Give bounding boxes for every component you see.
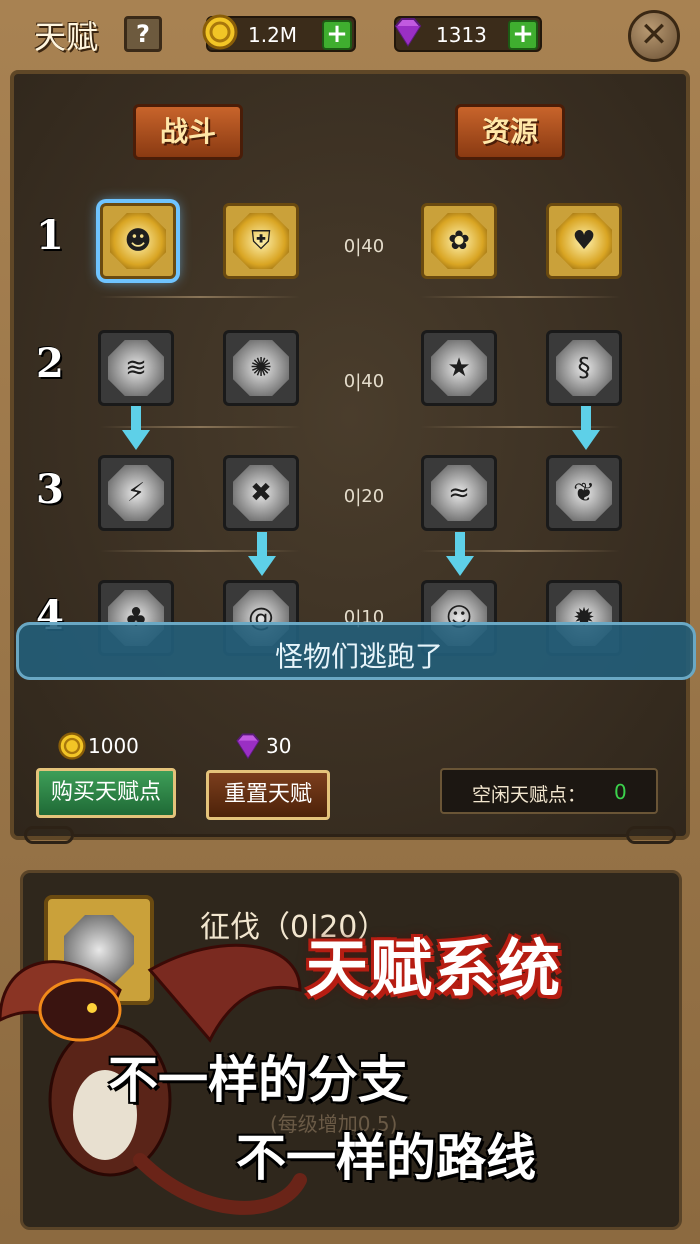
burst-icon: ✺ [250, 353, 272, 383]
talent-screen: 天赋 ? 1.2M + 1313 + ✕ 战斗 资源 1 2 3 4 0|40 … [0, 0, 700, 1244]
slash-icon: ⚡ [126, 478, 146, 508]
coin-icon [58, 732, 86, 760]
talent-3-2[interactable]: ✖ [223, 455, 299, 531]
free-points-display: 空闲天赋点： 0 [440, 768, 658, 814]
paw-icon: ✿ [448, 226, 470, 256]
row-counter-1: 0|40 [343, 236, 385, 257]
free-points-label: 空闲天赋点： [472, 784, 587, 806]
help-button[interactable]: ? [124, 16, 162, 52]
arrow-down-icon [572, 406, 600, 452]
reset-price: 30 [232, 730, 312, 764]
talent-3-1[interactable]: ⚡ [98, 455, 174, 531]
ornament-divider [24, 826, 676, 844]
gem-balance: 1313 + [394, 16, 542, 52]
serpent-icon: § [577, 353, 591, 383]
gem-price: 30 [266, 734, 292, 758]
talent-2-4[interactable]: § [546, 330, 622, 406]
talent-1-2[interactable]: ⛨ [223, 203, 299, 279]
talent-2-3[interactable]: ★ [421, 330, 497, 406]
talent-2-2[interactable]: ✺ [223, 330, 299, 406]
stars-icon: ★ [447, 353, 471, 383]
page-title: 天赋 [34, 18, 99, 56]
tab-resource-label: 资源 [481, 115, 538, 148]
gem-amount: 1313 [436, 23, 487, 47]
row-number-3: 3 [36, 466, 64, 513]
free-points-value: 0 [614, 780, 627, 804]
promo-line-1: 不一样的分支 [108, 1051, 408, 1109]
row-number-1: 1 [36, 212, 64, 259]
wind-icon: ≈ [448, 478, 470, 508]
tab-resource[interactable]: 资源 [445, 100, 575, 170]
arrow-down-icon [248, 532, 276, 578]
row-number-2: 2 [36, 340, 64, 387]
row-counter-2: 0|40 [343, 371, 385, 392]
buy-talent-point-button[interactable]: 购买天赋点 [36, 768, 176, 818]
gem-icon [394, 18, 422, 47]
talent-3-3[interactable]: ≈ [421, 455, 497, 531]
reset-talent-button[interactable]: 重置天赋 [206, 770, 330, 820]
talent-2-1[interactable]: ≋ [98, 330, 174, 406]
close-button[interactable]: ✕ [628, 10, 680, 62]
promo-title: 天赋系统 [306, 932, 563, 1005]
figure-icon: ☻ [124, 226, 152, 256]
talent-3-4[interactable]: ❦ [546, 455, 622, 531]
coin-price: 1000 [88, 734, 139, 758]
row-counter-3: 0|20 [343, 486, 385, 507]
row-divider [420, 296, 620, 298]
buy-price: 1000 [58, 730, 158, 764]
talent-1-4[interactable]: ♥ [546, 203, 622, 279]
add-gems-button[interactable]: + [508, 20, 538, 50]
heart-icon: ♥ [572, 226, 596, 256]
arrow-down-icon [122, 406, 150, 452]
arrow-down-icon [446, 532, 474, 578]
leaf-icon: ❦ [573, 478, 595, 508]
gem-icon [236, 733, 260, 760]
crossed-blades-icon: ✖ [250, 478, 272, 508]
tab-fight-label: 战斗 [159, 115, 216, 148]
add-coins-button[interactable]: + [322, 20, 352, 50]
toast-message: 怪物们逃跑了 [16, 622, 696, 680]
toast-text: 怪物们逃跑了 [274, 640, 443, 673]
talent-1-1[interactable]: ☻ [100, 203, 176, 279]
promo-line-2: 不一样的路线 [236, 1129, 536, 1187]
tab-fight[interactable]: 战斗 [123, 100, 253, 170]
coin-balance: 1.2M + [202, 14, 356, 52]
top-bar: 天赋 ? 1.2M + 1313 + ✕ [0, 0, 700, 66]
shield-icon: ⛨ [251, 226, 271, 256]
claw-icon: ≋ [125, 353, 147, 383]
talent-1-3[interactable]: ✿ [421, 203, 497, 279]
coin-amount: 1.2M [248, 23, 298, 47]
coin-icon [202, 14, 238, 50]
row-divider [100, 296, 300, 298]
